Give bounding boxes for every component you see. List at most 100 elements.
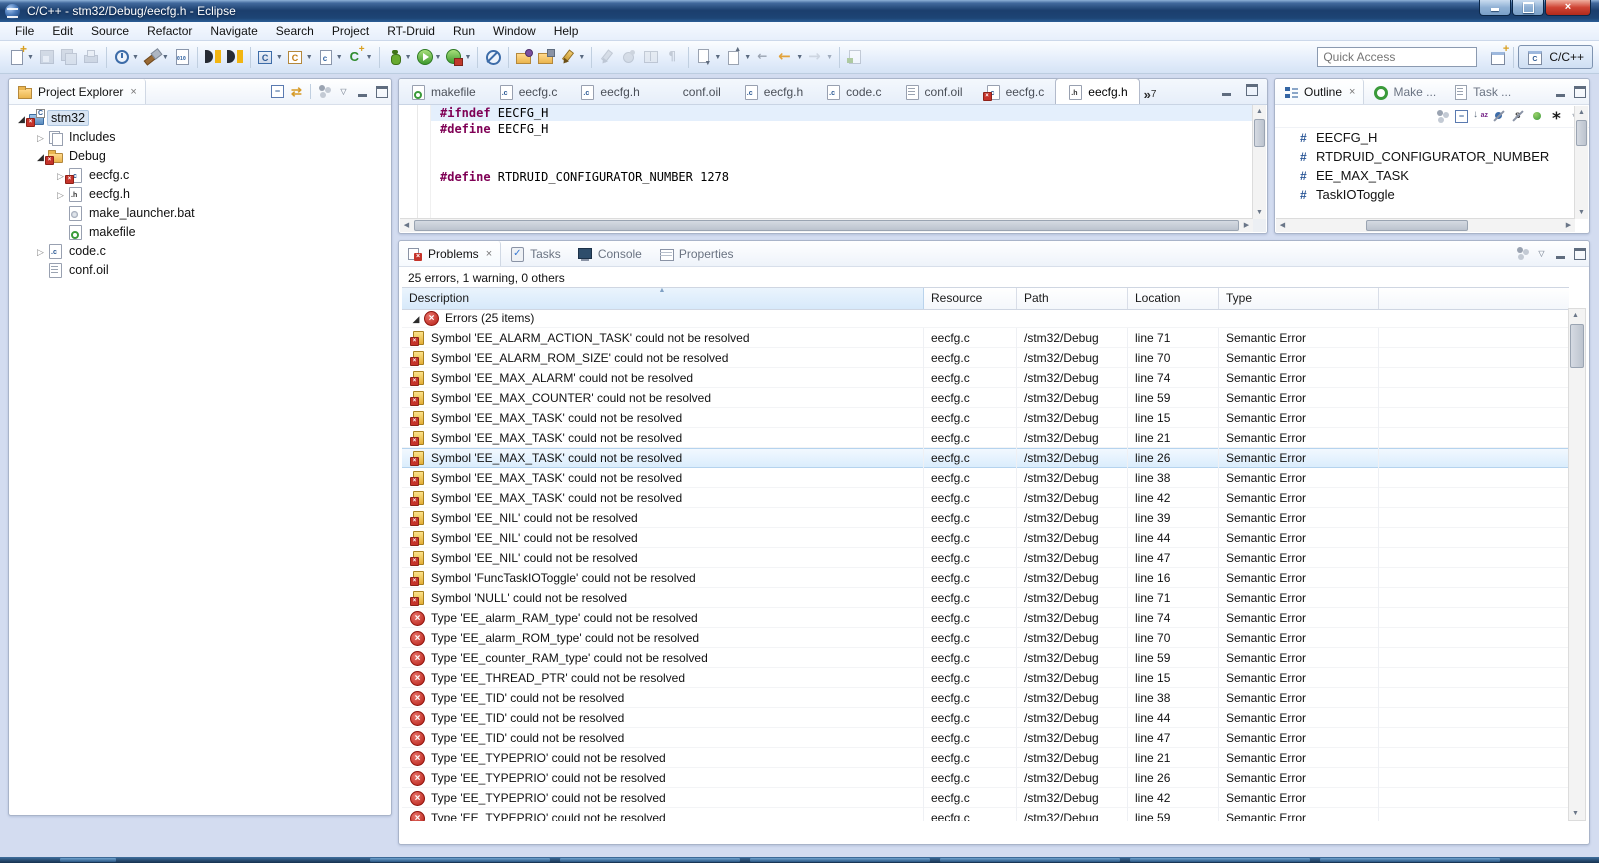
close-view-icon[interactable]: × [1349,86,1355,98]
scroll-thumb[interactable] [1254,119,1265,147]
view-menu-button[interactable] [334,82,353,101]
outline-item[interactable]: # EE_MAX_TASK [1276,166,1575,185]
problem-row[interactable]: Type 'EE_TYPEPRIO' could not be resolved… [402,808,1569,821]
tab-project-explorer[interactable]: Project Explorer × [9,79,146,104]
debug-button[interactable]: ▼ [384,45,414,69]
external-tools-button[interactable]: ▼ [443,45,473,69]
rebuild-index-button[interactable]: ▼ [345,45,375,69]
minimize-view-button[interactable] [353,82,372,101]
bottom-view-tab[interactable]: Console × [569,241,650,266]
scroll-up-icon[interactable]: ▲ [1575,106,1588,119]
outline-view-tab[interactable]: Task ... × [1444,79,1519,104]
scroll-left-icon[interactable]: ◀ [1276,219,1289,232]
menu-item[interactable]: Help [545,23,588,39]
scroll-down-icon[interactable]: ▼ [1569,807,1582,820]
problem-row[interactable]: Type 'EE_TYPEPRIO' could not be resolved… [402,788,1569,808]
view-options-icon[interactable] [1433,107,1452,126]
view-options-icon[interactable] [315,82,334,101]
problem-row[interactable]: Type 'EE_TYPEPRIO' could not be resolved… [402,748,1569,768]
tree-item[interactable]: × conf.oil [9,260,391,279]
problem-row[interactable]: Type 'EE_alarm_ROM_type' could not be re… [402,628,1569,648]
scroll-up-icon[interactable]: ▲ [1253,105,1266,118]
maximize-button[interactable] [1512,0,1544,16]
column-header-resource[interactable]: Resource [924,288,1017,309]
save-all-button[interactable] [58,45,80,69]
problem-row[interactable]: Type 'EE_counter_RAM_type' could not be … [402,648,1569,668]
problem-row[interactable]: Symbol 'EE_MAX_TASK' could not be resolv… [402,448,1569,468]
menu-item[interactable]: Project [323,23,378,39]
open-perspective-button[interactable] [1487,45,1509,69]
sort-button[interactable] [1471,107,1490,126]
menu-item[interactable]: Source [82,23,138,39]
outline-item[interactable]: # TaskIOToggle [1276,185,1575,204]
filters-button[interactable] [1547,107,1566,126]
skip-all-breakpoints-button[interactable] [482,45,504,69]
group-expand-arrow-icon[interactable] [409,311,423,325]
tree-item[interactable]: × stm32 [9,108,391,127]
editor-tab[interactable]: × conf.oil × [893,80,974,104]
outline-view-tab[interactable]: Make ... × [1364,79,1444,104]
collapse-all-button[interactable] [1452,107,1471,126]
editor-vertical-scrollbar[interactable]: ▲ ▼ [1252,105,1266,219]
maximize-view-button[interactable] [372,82,391,101]
menu-item[interactable]: Search [267,23,323,39]
maximize-view-button[interactable] [1570,244,1589,263]
last-edit-location-button[interactable] [753,45,775,69]
problem-row[interactable]: Symbol 'EE_MAX_TASK' could not be resolv… [402,488,1569,508]
code-editor[interactable]: #ifndef EECFG_H#define EECFG_H#define RT… [400,105,1253,219]
menu-item[interactable]: Run [444,23,484,39]
menu-item[interactable]: Navigate [201,23,266,39]
open-element-button[interactable] [535,45,557,69]
bottom-view-tab[interactable]: Problems × [399,241,501,266]
scroll-right-icon[interactable]: ▶ [1240,219,1253,232]
rtdruid-flash-2-button[interactable] [224,45,246,69]
scroll-right-icon[interactable]: ▶ [1562,219,1575,232]
refactor-button[interactable] [618,45,640,69]
new-source-file-button[interactable]: ▼ [315,45,345,69]
new-cpp-project-button[interactable]: ▼ [285,45,315,69]
editor-horizontal-scrollbar[interactable]: ◀ ▶ [400,218,1253,232]
problem-row[interactable]: Symbol 'EE_MAX_COUNTER' could not be res… [402,388,1569,408]
errors-group-row[interactable]: Errors (25 items) [402,308,1569,328]
tree-item[interactable]: × eecfg.h [9,184,391,203]
back-button[interactable]: ▼ [775,45,805,69]
tree-item[interactable]: × Includes [9,127,391,146]
column-header-type[interactable]: Type [1219,288,1379,309]
column-header-location[interactable]: Location [1128,288,1219,309]
expand-arrow-icon[interactable] [34,128,47,146]
editor-tab[interactable]: × code.c × [814,80,892,104]
menu-item[interactable]: Window [484,23,545,39]
view-options-icon[interactable] [1513,244,1532,263]
tree-item[interactable]: × eecfg.c [9,165,391,184]
column-header-path[interactable]: Path [1017,288,1128,309]
scroll-thumb[interactable] [1576,120,1587,146]
problem-row[interactable]: Symbol 'EE_NIL' could not be resolved ee… [402,528,1569,548]
editor-tab[interactable]: × eecfg.c × [974,80,1056,104]
run-button[interactable]: ▼ [414,45,444,69]
problem-row[interactable]: Symbol 'EE_MAX_ALARM' could not be resol… [402,368,1569,388]
column-header-description[interactable]: ▲Description [402,288,924,309]
collapse-all-button[interactable] [268,82,287,101]
outline-item[interactable]: # EECFG_H [1276,128,1575,147]
editor-tab[interactable]: × conf.oil × [651,80,732,104]
annotation-ruler[interactable] [400,105,418,219]
editor-tab[interactable]: × eecfg.h × [732,80,814,104]
rtdruid-flash-1-button[interactable] [202,45,224,69]
menu-item[interactable]: File [6,23,43,39]
outline-view-tab[interactable]: Outline × [1275,79,1364,104]
problem-row[interactable]: Symbol 'EE_MAX_TASK' could not be resolv… [402,408,1569,428]
minimize-editor-button[interactable] [1217,83,1236,97]
hide-static-members-button[interactable] [1509,107,1528,126]
editor-tab[interactable]: × eecfg.h × [568,80,650,104]
close-button[interactable]: × [1545,0,1591,16]
scroll-down-icon[interactable]: ▼ [1575,206,1588,219]
menu-item[interactable]: RT-Druid [378,23,444,39]
problem-row[interactable]: Type 'EE_THREAD_PTR' could not be resolv… [402,668,1569,688]
menu-item[interactable]: Edit [43,23,82,39]
scroll-thumb[interactable] [414,220,1239,231]
build-button[interactable]: ▼ [141,45,171,69]
minimize-button[interactable] [1479,0,1511,16]
open-type-button[interactable] [513,45,535,69]
open-documentation-button[interactable] [640,45,662,69]
scroll-thumb[interactable] [1570,324,1584,368]
